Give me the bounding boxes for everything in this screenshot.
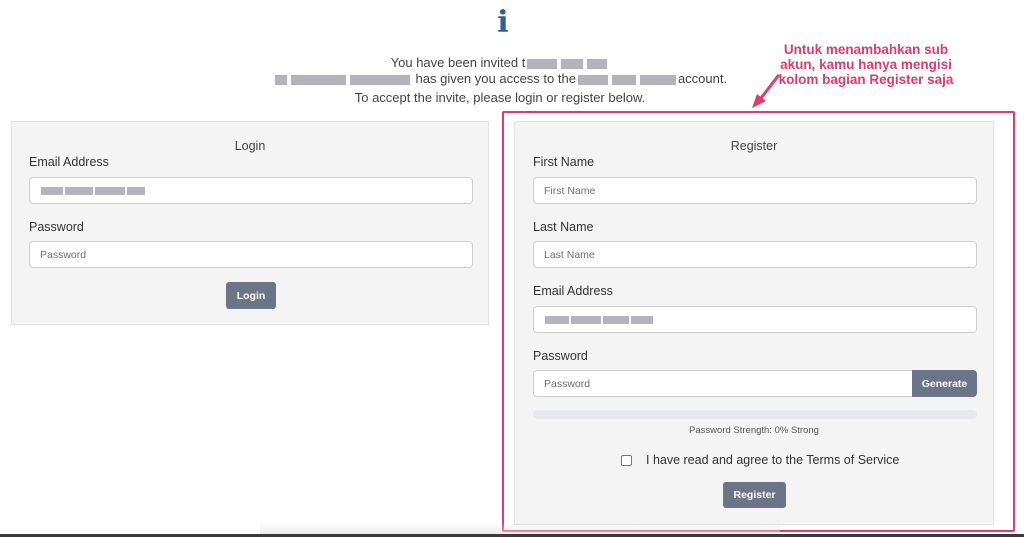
redacted-text [639, 74, 676, 85]
info-icon: i [497, 5, 509, 40]
page-shadow [260, 522, 780, 534]
highlight-frame [502, 111, 1015, 532]
invite-message-line-1: You have been invited t [240, 55, 760, 71]
redacted-text [65, 187, 93, 196]
redacted-text [290, 74, 346, 85]
redacted-text [41, 187, 63, 196]
redacted-text [274, 74, 287, 85]
login-email-label: Email Address [29, 155, 109, 169]
redacted-text [527, 58, 558, 69]
login-password-field[interactable] [29, 241, 473, 268]
annotation-arrow-icon [752, 74, 780, 108]
login-button[interactable]: Login [226, 282, 276, 309]
login-panel: Login Email Address Password Login [11, 121, 489, 325]
login-password-label: Password [29, 220, 84, 234]
login-email-field[interactable] [29, 177, 473, 204]
annotation-note: Untuk menambahkan sub akun, kamu hanya m… [778, 42, 954, 87]
login-title: Login [234, 139, 266, 153]
invite-message-line-3: To accept the invite, please login or re… [354, 90, 646, 105]
redacted-text [349, 74, 410, 85]
redacted-text [95, 187, 125, 196]
redacted-text [127, 187, 145, 196]
redacted-text [587, 58, 608, 69]
redacted-text [611, 74, 636, 85]
redacted-text [577, 74, 608, 85]
redacted-text [561, 58, 584, 69]
invite-message-line-2: has given you access to the account. [240, 71, 760, 87]
